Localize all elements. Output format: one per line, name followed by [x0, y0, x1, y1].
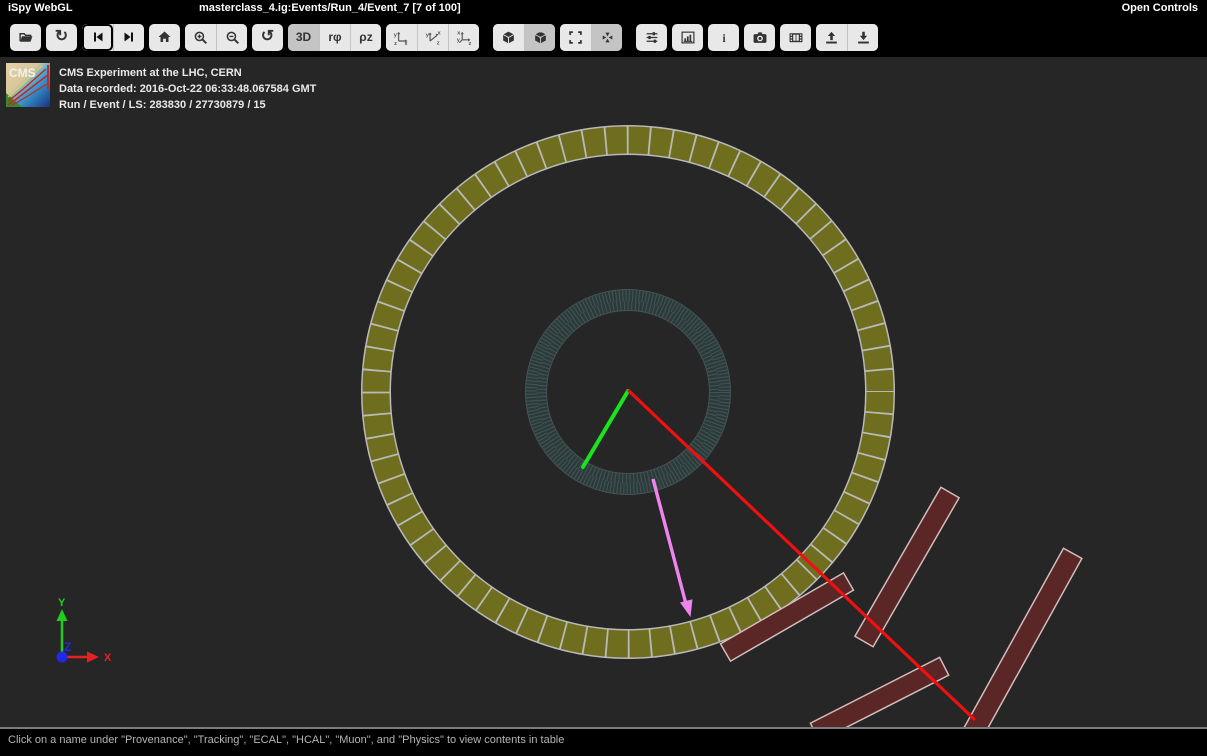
svg-text:x: x — [437, 31, 441, 37]
event-file-title: masterclass_4.ig:Events/Run_4/Event_7 [7… — [199, 0, 461, 17]
reload-button[interactable]: ↻ — [46, 24, 77, 51]
home-view-button[interactable] — [149, 24, 180, 51]
zoom-in-button[interactable] — [185, 24, 216, 51]
info-button[interactable]: i — [708, 24, 739, 51]
animation-button[interactable] — [780, 24, 811, 51]
orthographic-view-button[interactable] — [524, 24, 555, 51]
svg-text:z: z — [468, 41, 471, 45]
film-icon — [788, 30, 804, 45]
next-event-icon — [122, 30, 136, 44]
muon-chamber[interactable] — [810, 657, 948, 727]
x-axis-label: X — [104, 652, 112, 664]
zoom-in-icon — [193, 30, 208, 45]
muon-track-green[interactable] — [583, 391, 628, 467]
zoom-out-button[interactable] — [216, 24, 247, 51]
zoom-out-icon — [225, 30, 240, 45]
folder-open-icon — [18, 30, 34, 45]
sliders-icon — [644, 30, 660, 45]
x-axis-arrowhead — [87, 652, 99, 663]
title-bar: iSpy WebGL masterclass_4.ig:Events/Run_4… — [0, 0, 1207, 17]
upload-button[interactable] — [816, 24, 847, 51]
settings-button[interactable] — [636, 24, 667, 51]
data-recorded: Data recorded: 2016-Oct-22 06:33:48.0675… — [59, 81, 316, 97]
y-axis-label: Y — [58, 597, 66, 609]
enter-fullscreen-button[interactable] — [560, 24, 591, 51]
axis-gizmo: Y X Z — [57, 597, 113, 664]
screenshot-button[interactable] — [744, 24, 775, 51]
svg-text:z: z — [394, 41, 397, 45]
event-display-canvas[interactable]: Y X Z CMS CMS Experime — [0, 57, 1207, 727]
undo-button[interactable]: ↺ — [252, 24, 283, 51]
axes-yxz-icon: y x z — [425, 29, 442, 45]
open-controls-button[interactable]: Open Controls — [1122, 0, 1198, 17]
event-scene: Y X Z — [0, 57, 1207, 727]
event-info-overlay: CMS CMS Experiment at the LHC, CERN Data… — [6, 63, 316, 113]
cube-wireframe-icon — [501, 30, 516, 45]
collapse-icon — [600, 30, 615, 45]
svg-text:y: y — [425, 32, 429, 38]
download-icon — [856, 30, 871, 45]
previous-event-icon — [91, 30, 105, 44]
histogram-button[interactable] — [672, 24, 703, 51]
axes-xyz-icon: x y z — [456, 29, 473, 45]
undo-icon: ↺ — [261, 29, 274, 45]
axes-xyz-button[interactable]: x y z — [448, 24, 479, 51]
toolbar: ↻ — [0, 17, 1207, 57]
download-button[interactable] — [847, 24, 878, 51]
met-arrow-head — [680, 599, 693, 617]
refresh-icon: ↻ — [55, 29, 68, 45]
experiment-title: CMS Experiment at the LHC, CERN — [59, 65, 316, 81]
cms-logo: CMS — [6, 63, 50, 107]
perspective-view-button[interactable] — [493, 24, 524, 51]
svg-text:z: z — [436, 40, 439, 45]
muon-chamber[interactable] — [964, 548, 1082, 727]
run-event-ls: Run / Event / LS: 283830 / 27730879 / 15 — [59, 97, 316, 113]
view-rhoz-button[interactable]: ρz — [350, 24, 381, 51]
app-title: iSpy WebGL — [8, 0, 73, 17]
svg-text:CMS: CMS — [9, 66, 36, 80]
svg-text:x: x — [404, 41, 408, 45]
svg-text:x: x — [457, 31, 461, 37]
histogram-icon — [680, 30, 696, 45]
met-arrow[interactable] — [653, 479, 693, 617]
info-icon: i — [718, 30, 730, 45]
open-file-button[interactable] — [10, 24, 41, 51]
status-bar: Click on a name under "Provenance", "Tra… — [0, 727, 1207, 756]
cube-vertices-icon — [533, 30, 548, 45]
axes-yzx-icon: y z x — [393, 29, 410, 45]
expand-icon — [568, 30, 583, 45]
z-axis-label: Z — [64, 640, 71, 654]
upload-icon — [824, 30, 839, 45]
camera-icon — [752, 30, 768, 45]
met-arrow-shaft — [653, 479, 686, 604]
home-icon — [157, 30, 172, 44]
view-rphi-button[interactable]: rφ — [319, 24, 350, 51]
previous-event-button[interactable] — [82, 24, 113, 51]
svg-text:y: y — [394, 32, 398, 38]
axes-yxz-button[interactable]: y x z — [417, 24, 448, 51]
view-3d-button[interactable]: 3D — [288, 24, 319, 51]
next-event-button[interactable] — [113, 24, 144, 51]
svg-text:i: i — [722, 32, 725, 44]
axes-yzx-button[interactable]: y z x — [386, 24, 417, 51]
y-axis-arrowhead — [57, 609, 68, 621]
exit-fullscreen-button[interactable] — [591, 24, 622, 51]
status-message: Click on a name under "Provenance", "Tra… — [8, 734, 564, 746]
